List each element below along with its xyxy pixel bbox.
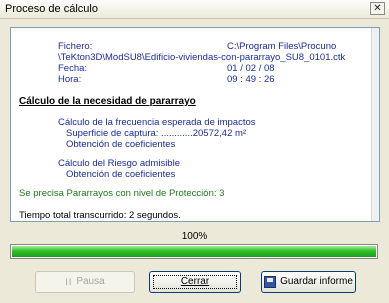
- progress-bar: [10, 244, 378, 259]
- vertical-scrollbar[interactable]: [371, 28, 379, 221]
- hora-label: Hora:: [58, 74, 82, 85]
- close-icon[interactable]: ✕: [370, 2, 385, 15]
- report-panel[interactable]: Fichero: C:\Program Files\Procuno \TeKto…: [10, 27, 380, 222]
- fichero-value-line2: \TeKton3D\ModSU8\Edificio-viviendas-con-…: [58, 52, 346, 63]
- fichero-label: Fichero:: [58, 41, 93, 52]
- section-heading: Cálculo de la necesidad de pararrayo: [19, 96, 196, 107]
- close-button[interactable]: Cerrar: [149, 271, 241, 293]
- window-title: Proceso de cálculo: [5, 3, 98, 15]
- elapsed-time: Tiempo total transcurrido: 2 segundos.: [19, 210, 181, 221]
- result-line: Se precisa Pararrayos con nivel de Prote…: [19, 188, 225, 199]
- hora-value: 09 : 49 : 26: [227, 74, 275, 85]
- fichero-value-line1: C:\Program Files\Procuno: [227, 41, 337, 52]
- progress-percent: 100%: [181, 231, 208, 242]
- frequency-title: Cálculo de la frecuencia esperada de imp…: [58, 117, 256, 128]
- title-bar: Proceso de cálculo ✕: [0, 0, 389, 19]
- progress-fill: [12, 246, 376, 257]
- pause-icon: II: [65, 277, 73, 287]
- fecha-value: 01 / 02 / 08: [227, 63, 275, 74]
- pause-button[interactable]: II Pausa: [35, 271, 135, 293]
- save-report-button[interactable]: Guardar informe: [261, 271, 356, 293]
- pause-button-label: Pausa: [76, 276, 105, 287]
- focus-ring: [153, 275, 237, 289]
- obtencion-coeficientes-2: Obtención de coeficientes: [66, 169, 176, 180]
- superficie-line: Superficie de captura: ............20572…: [66, 128, 247, 139]
- riesgo-title: Cálculo del Riesgo admisible: [58, 158, 180, 169]
- floppy-disk-icon: [264, 276, 277, 288]
- save-report-button-label: Guardar informe: [280, 276, 353, 287]
- obtencion-coeficientes-1: Obtención de coeficientes: [66, 139, 176, 150]
- fecha-label: Fecha:: [58, 63, 88, 74]
